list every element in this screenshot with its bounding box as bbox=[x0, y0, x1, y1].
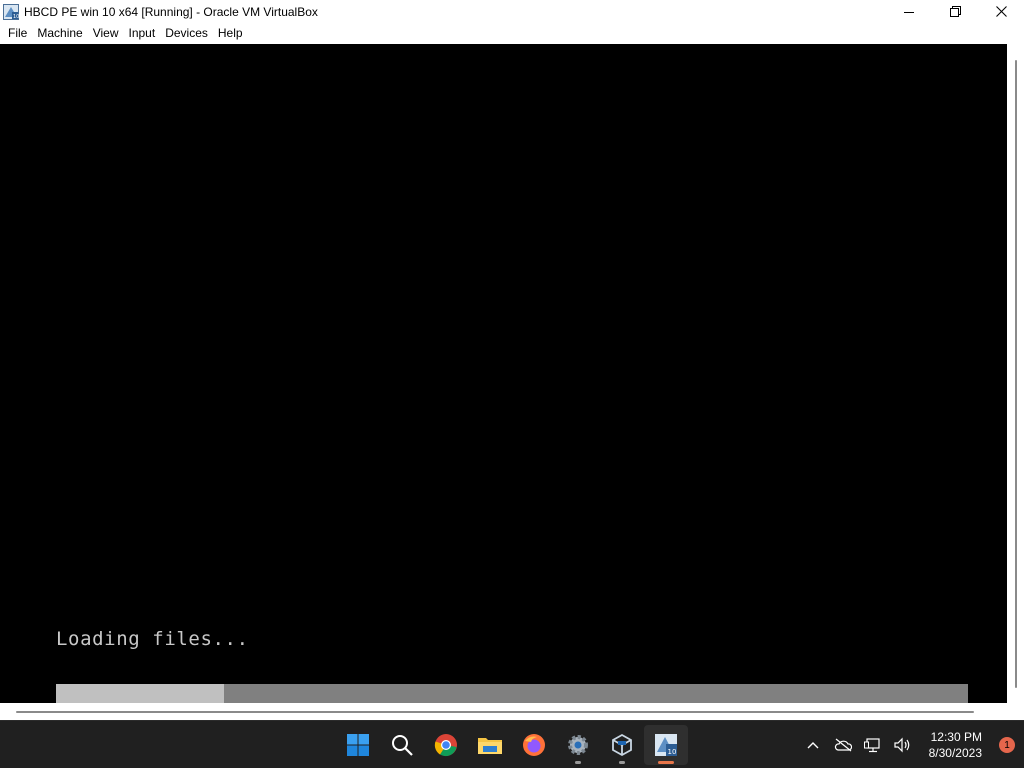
search-icon bbox=[392, 735, 413, 756]
clock[interactable]: 12:30 PM 8/30/2023 bbox=[918, 725, 990, 765]
volume-tray-button[interactable] bbox=[888, 725, 918, 765]
window-title: HBCD PE win 10 x64 [Running] - Oracle VM… bbox=[24, 4, 318, 19]
loading-progress-fill bbox=[56, 684, 224, 703]
file-explorer-taskbar-button[interactable] bbox=[468, 725, 512, 765]
notification-center-button[interactable]: 1 bbox=[990, 725, 1024, 765]
taskbar-pinned-apps: 10 bbox=[336, 721, 688, 768]
volume-icon bbox=[894, 737, 910, 753]
firefox-icon bbox=[523, 734, 545, 756]
svg-text:10: 10 bbox=[13, 14, 19, 20]
vertical-scrollbar[interactable] bbox=[1007, 44, 1024, 703]
active-indicator bbox=[658, 761, 674, 764]
taskbar: 10 12:30 PM 8/30/2023 1 bbox=[0, 720, 1024, 768]
virtualbox-icon bbox=[612, 733, 632, 757]
virtualbox-vm-icon: 10 bbox=[3, 3, 19, 20]
menu-file[interactable]: File bbox=[3, 23, 32, 44]
start-icon bbox=[347, 734, 369, 756]
chevron-up-icon bbox=[807, 742, 819, 749]
chrome-taskbar-button[interactable] bbox=[424, 725, 468, 765]
settings-taskbar-button[interactable] bbox=[556, 725, 600, 765]
firefox-taskbar-button[interactable] bbox=[512, 725, 556, 765]
loading-progress-bar bbox=[56, 684, 968, 703]
network-tray-button[interactable] bbox=[858, 725, 888, 765]
vm-display[interactable]: Loading files... bbox=[0, 44, 1007, 703]
menu-help[interactable]: Help bbox=[213, 23, 248, 44]
onedrive-offline-icon bbox=[834, 738, 852, 752]
virtualbox-taskbar-button[interactable] bbox=[600, 725, 644, 765]
menu-view[interactable]: View bbox=[88, 23, 124, 44]
window-controls bbox=[886, 0, 1024, 23]
restore-button[interactable] bbox=[932, 0, 978, 23]
minimize-button[interactable] bbox=[886, 0, 932, 23]
restore-icon bbox=[949, 6, 961, 17]
virtualbox-vm-icon: 10 bbox=[655, 734, 677, 756]
vertical-scrollbar-thumb[interactable] bbox=[1015, 60, 1017, 688]
menu-machine[interactable]: Machine bbox=[32, 23, 87, 44]
onedrive-tray-button[interactable] bbox=[828, 725, 858, 765]
menu-devices[interactable]: Devices bbox=[160, 23, 213, 44]
system-tray: 12:30 PM 8/30/2023 1 bbox=[798, 721, 1024, 768]
clock-time: 12:30 PM bbox=[930, 730, 982, 744]
settings-icon bbox=[568, 735, 588, 755]
search-button[interactable] bbox=[380, 725, 424, 765]
file-explorer-icon bbox=[478, 738, 502, 754]
start-button[interactable] bbox=[336, 725, 380, 765]
network-icon bbox=[864, 738, 880, 753]
svg-text:10: 10 bbox=[668, 748, 677, 756]
running-indicator bbox=[619, 761, 625, 764]
clock-date: 8/30/2023 bbox=[928, 746, 982, 760]
menu-input[interactable]: Input bbox=[124, 23, 161, 44]
virtualbox-vm-taskbar-button[interactable]: 10 bbox=[644, 725, 688, 765]
running-indicator bbox=[575, 761, 581, 764]
title-bar: 10 HBCD PE win 10 x64 [Running] - Oracle… bbox=[0, 0, 1024, 23]
chrome-icon bbox=[434, 734, 457, 757]
horizontal-scrollbar-thumb[interactable] bbox=[16, 711, 974, 713]
notification-badge: 1 bbox=[999, 737, 1015, 753]
show-hidden-icons-button[interactable] bbox=[798, 725, 828, 765]
close-icon bbox=[995, 6, 1007, 17]
minimize-icon bbox=[904, 11, 914, 13]
menu-bar: File Machine View Input Devices Help bbox=[0, 23, 1024, 44]
loading-text: Loading files... bbox=[56, 628, 249, 650]
horizontal-scrollbar[interactable] bbox=[0, 703, 1024, 720]
close-button[interactable] bbox=[978, 0, 1024, 23]
